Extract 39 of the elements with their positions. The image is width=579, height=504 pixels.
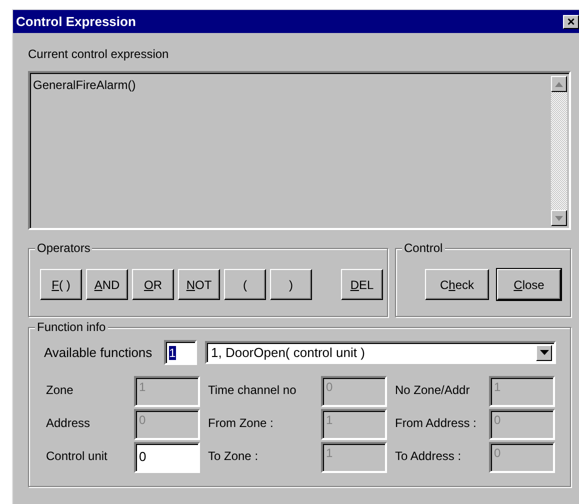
- selected-text: 1: [169, 346, 176, 360]
- down-arrow-icon: [540, 350, 548, 355]
- group-title: Operators: [35, 241, 92, 255]
- field-label: From Zone :: [208, 415, 274, 430]
- field-label: Address: [45, 415, 90, 430]
- field-label: Zone: [45, 382, 74, 397]
- close-button[interactable]: ×: [563, 14, 579, 28]
- scrollbar[interactable]: [551, 76, 567, 226]
- control-button[interactable]: Close: [497, 269, 561, 300]
- operator-button[interactable]: OR: [132, 269, 174, 300]
- dropdown-value: 1, DoorOpen( control unit ): [211, 344, 365, 362]
- field-label: Control unit: [45, 448, 108, 463]
- scroll-up-button[interactable]: [551, 76, 567, 92]
- available-functions-field[interactable]: 1: [164, 340, 197, 365]
- expression-box[interactable]: GeneralFireAlarm(): [28, 71, 571, 230]
- group-title: Control: [402, 241, 445, 255]
- operator-button[interactable]: NOT: [178, 269, 220, 300]
- down-arrow-icon: [555, 216, 563, 220]
- field-label: From Address :: [395, 415, 476, 430]
- expression-text: GeneralFireAlarm(): [33, 77, 136, 94]
- operator-button[interactable]: ): [270, 269, 312, 300]
- dropdown-button[interactable]: [536, 344, 552, 360]
- function-dropdown[interactable]: 1, DoorOpen( control unit ): [205, 341, 556, 364]
- scroll-down-button[interactable]: [551, 210, 567, 226]
- operator-button[interactable]: AND: [86, 269, 128, 300]
- field-label: No Zone/Addr: [395, 382, 470, 397]
- available-functions-label: Available functions: [44, 344, 154, 362]
- window-title: Control Expression: [16, 12, 136, 31]
- field-label: To Address :: [395, 448, 462, 463]
- field-label: Time channel no: [208, 382, 296, 397]
- field-label: To Zone :: [208, 448, 258, 463]
- operator-button[interactable]: (: [224, 269, 266, 300]
- expression-label: Current control expression: [28, 46, 170, 63]
- operator-button[interactable]: F( ): [40, 269, 82, 300]
- group-title: Function info: [35, 320, 108, 334]
- control-button[interactable]: Check: [425, 269, 489, 300]
- operator-button[interactable]: DEL: [341, 269, 383, 300]
- up-arrow-icon: [555, 82, 563, 86]
- input-field[interactable]: 0: [134, 442, 200, 473]
